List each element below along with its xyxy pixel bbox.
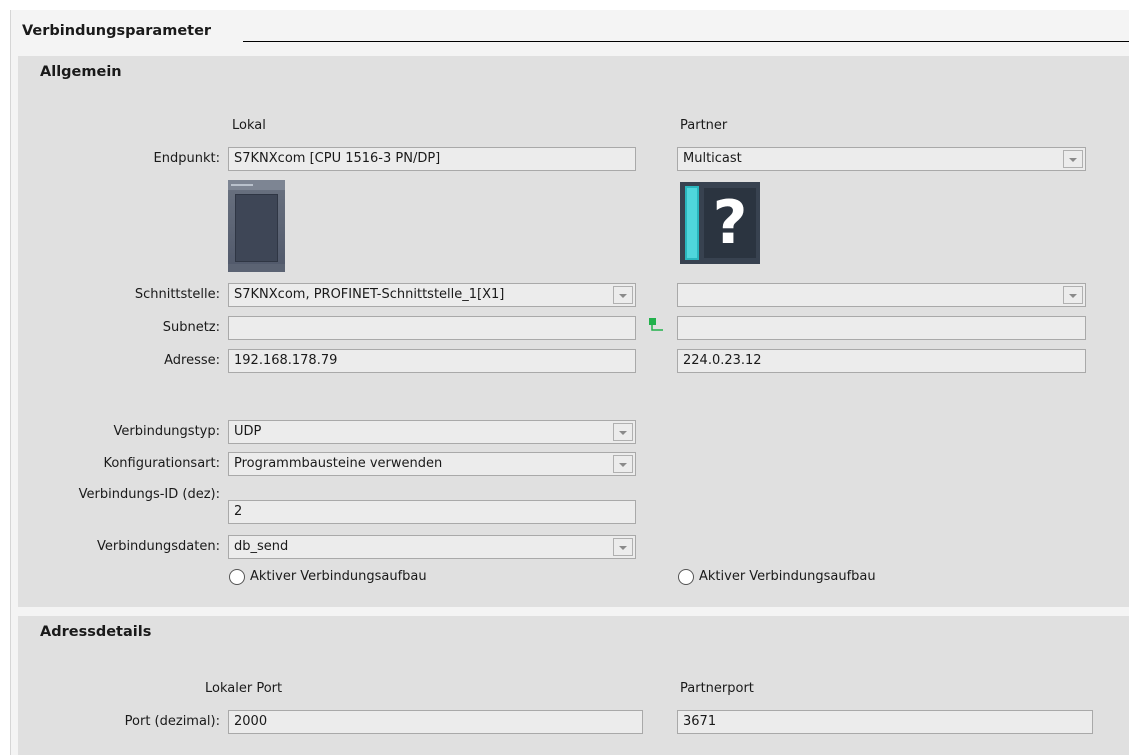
column-header-local: Lokal [232, 118, 266, 133]
verbindungs-id-field[interactable]: 2 [228, 500, 636, 524]
verbindungsdaten-value: db_send [234, 539, 289, 554]
port-local-field[interactable]: 2000 [228, 710, 643, 734]
endpunkt-local-field[interactable]: S7KNXcom [CPU 1516-3 PN/DP] [228, 147, 636, 171]
endpunkt-label: Endpunkt: [153, 151, 220, 166]
adresse-label: Adresse: [164, 353, 220, 368]
radio-label-local: Aktiver Verbindungsaufbau [250, 569, 427, 584]
port-partner-field[interactable]: 3671 [677, 710, 1093, 734]
column-header-partner: Partner [680, 118, 728, 133]
endpunkt-partner-value: Multicast [683, 151, 742, 166]
konfigurationsart-value: Programmbausteine verwenden [234, 456, 443, 471]
chevron-down-icon[interactable] [1063, 150, 1083, 168]
port-label: Port (dezimal): [124, 714, 220, 729]
column-header-partner-port: Partnerport [680, 681, 754, 696]
konfigurationsart-dropdown[interactable]: Programmbausteine verwenden [228, 452, 636, 476]
schnittstelle-local-dropdown[interactable]: S7KNXcom, PROFINET-Schnittstelle_1[X1] [228, 283, 636, 307]
verbindungsdaten-label: Verbindungsdaten: [96, 539, 220, 554]
section-title: Verbindungsparameter [22, 23, 212, 39]
group-title-allgemein: Allgemein [40, 64, 122, 80]
radio-label-partner: Aktiver Verbindungsaufbau [699, 569, 876, 584]
unknown-device-icon: ? [680, 182, 760, 264]
cpu-module-icon [228, 180, 285, 272]
radio-active-connection-local[interactable] [229, 569, 245, 585]
schnittstelle-label: Schnittstelle: [134, 287, 220, 302]
chevron-down-icon[interactable] [613, 286, 633, 304]
group-adressdetails: Adressdetails [18, 616, 1129, 755]
subnetz-partner-field[interactable] [677, 316, 1086, 340]
chevron-down-icon[interactable] [613, 455, 633, 473]
column-header-local-port: Lokaler Port [205, 681, 283, 696]
verbindungs-id-label: Verbindungs-ID (dez): [78, 487, 220, 502]
radio-active-connection-partner[interactable] [678, 569, 694, 585]
verbindungsdaten-dropdown[interactable]: db_send [228, 535, 636, 559]
group-title-adressdetails: Adressdetails [40, 624, 152, 640]
subnetz-local-field[interactable] [228, 316, 636, 340]
verbindungstyp-dropdown[interactable]: UDP [228, 420, 636, 444]
chevron-down-icon[interactable] [1063, 286, 1083, 304]
schnittstelle-partner-dropdown[interactable] [677, 283, 1086, 307]
adresse-local-field[interactable]: 192.168.178.79 [228, 349, 636, 373]
chevron-down-icon[interactable] [613, 538, 633, 556]
network-connection-icon [649, 318, 663, 331]
schnittstelle-local-value: S7KNXcom, PROFINET-Schnittstelle_1[X1] [234, 287, 505, 302]
verbindungstyp-value: UDP [234, 424, 262, 439]
endpunkt-partner-dropdown[interactable]: Multicast [677, 147, 1086, 171]
konfigurationsart-label: Konfigurationsart: [103, 456, 220, 471]
adresse-partner-field[interactable]: 224.0.23.12 [677, 349, 1086, 373]
chevron-down-icon[interactable] [613, 423, 633, 441]
verbindungstyp-label: Verbindungstyp: [113, 424, 220, 439]
subnetz-label: Subnetz: [162, 320, 220, 335]
section-divider [243, 41, 1129, 42]
